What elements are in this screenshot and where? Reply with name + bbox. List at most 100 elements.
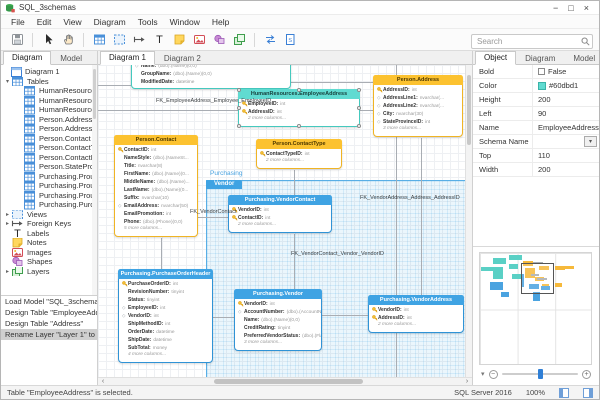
- close-button[interactable]: ×: [584, 2, 589, 14]
- tab-diagram-2[interactable]: Diagram 2: [155, 52, 210, 65]
- menu-view[interactable]: View: [57, 16, 87, 28]
- tree-item-purchasing-proudctven[interactable]: Purchasing.ProudctVen...: [1, 191, 97, 201]
- minimize-button[interactable]: −: [553, 2, 558, 14]
- tree-item-labels[interactable]: TLabels: [1, 229, 97, 239]
- tab-diagram[interactable]: Diagram: [516, 52, 564, 65]
- menu-file[interactable]: File: [5, 16, 31, 28]
- tree-item-layers[interactable]: ▸Layers: [1, 267, 97, 277]
- fk-label-fk-vendorcontact-vendor-vendorid[interactable]: FK_VendorContact_Vendor_VendorID: [291, 251, 384, 257]
- canvas-horizontal-scrollbar[interactable]: ‹ ›: [98, 377, 472, 385]
- history-item[interactable]: Design Table "Address": [1, 318, 97, 329]
- person-contact-type-table[interactable]: Person.ContactTypeContactTypeID:int2 mor…: [256, 139, 342, 169]
- selection-handle[interactable]: [297, 88, 301, 92]
- table-header[interactable]: Purchasing.VendorContact: [228, 195, 332, 205]
- image-button[interactable]: [189, 31, 209, 49]
- tree-item-person-contact[interactable]: Person.Contact: [1, 134, 97, 144]
- department-table[interactable]: ◇Name:(dbo).(Name)(0,0)GroupName:(dbo).(…: [131, 65, 291, 89]
- table-header[interactable]: Person.ContactType: [256, 139, 342, 149]
- property-value[interactable]: 200: [533, 163, 599, 176]
- tree-scrollbar-thumb[interactable]: [93, 69, 96, 119]
- tree-item-person-contacttype[interactable]: Person.ContactType: [1, 143, 97, 153]
- tree-item-humanresources-emplo[interactable]: HumanResources.Emplo...: [1, 96, 97, 106]
- tree-item-purchasing-purchasing[interactable]: Purchasing.Purchasing...: [1, 200, 97, 210]
- history-item[interactable]: Load Model "SQL_3schemas": [1, 296, 97, 307]
- tab-model[interactable]: Model: [564, 52, 600, 65]
- hscroll-track[interactable]: [108, 378, 462, 385]
- fk-label-fk-vendorcontact[interactable]: FK_VendorContact: [190, 209, 236, 215]
- selection-handle[interactable]: [297, 124, 301, 128]
- checkbox-icon[interactable]: [538, 68, 545, 75]
- tree-item-shapes[interactable]: Shapes: [1, 257, 97, 267]
- purchasing-vendor-table[interactable]: Purchasing.VendorVendorID:int◇AccountNum…: [234, 289, 322, 351]
- tree-item-foreign-keys[interactable]: ▸Foreign Keys: [1, 219, 97, 229]
- view-button[interactable]: [109, 31, 129, 49]
- human-resources-employee-address-table[interactable]: HumanResources.EmployeeAddressEmployeeID…: [238, 89, 360, 127]
- zoom-slider-thumb[interactable]: [538, 369, 543, 379]
- purchasing-vendor-address-table[interactable]: Purchasing.VendorAddressVendorID:intAddr…: [368, 295, 464, 333]
- tab-model[interactable]: Model: [51, 52, 91, 65]
- purchasing-vendor-contact-table[interactable]: Purchasing.VendorContactVendorID:intCont…: [228, 195, 332, 233]
- zoom-in-button[interactable]: +: [582, 370, 591, 379]
- fk-label-fk-vendoraddress-address-addressid[interactable]: FK_VendorAddress_Address_AddressID: [360, 195, 460, 201]
- minimap[interactable]: [479, 252, 592, 365]
- property-value[interactable]: ▾: [533, 135, 599, 148]
- tree-item-purchasing-proudctven[interactable]: Purchasing.ProudctVen...: [1, 181, 97, 191]
- table-button[interactable]: [89, 31, 109, 49]
- tree-item-diagram-1[interactable]: Diagram 1: [1, 67, 97, 77]
- tree-item-humanresources-emplo[interactable]: HumanResources.Emplo...: [1, 105, 97, 115]
- property-value[interactable]: 90: [533, 107, 599, 120]
- tree-item-tables[interactable]: ▾Tables: [1, 77, 97, 87]
- person-address-table[interactable]: Person.AddressAddressID:int◇AddressLine1…: [373, 75, 463, 137]
- menu-help[interactable]: Help: [206, 16, 235, 28]
- toggle-right-panel-icon[interactable]: [583, 388, 593, 398]
- tree-item-humanresources-depar[interactable]: HumanResources.Depar...: [1, 86, 97, 96]
- property-value[interactable]: 200: [533, 93, 599, 106]
- label-button[interactable]: T: [149, 31, 169, 49]
- property-value[interactable]: False: [533, 65, 599, 78]
- table-header[interactable]: Purchasing.Vendor: [234, 289, 322, 299]
- tree-item-person-addresstype[interactable]: Person.AddressType: [1, 124, 97, 134]
- person-contact-table[interactable]: Person.ContactContactID:intNameStyle:(db…: [114, 135, 198, 237]
- chevron-right-icon[interactable]: ▸: [4, 220, 11, 227]
- chevron-down-icon[interactable]: ▾: [481, 370, 485, 378]
- table-header[interactable]: Purchasing.PurchaseOrderHeader: [118, 269, 213, 279]
- zoom-out-button[interactable]: −: [489, 370, 498, 379]
- property-value[interactable]: 110: [533, 149, 599, 162]
- tree-item-person-stateprovince[interactable]: Person.StateProvince: [1, 162, 97, 172]
- maximize-button[interactable]: □: [568, 2, 573, 14]
- selection-handle[interactable]: [357, 106, 361, 110]
- hscroll-thumb[interactable]: [214, 379, 363, 384]
- table-header[interactable]: Person.Address: [373, 75, 463, 85]
- tab-diagram-1[interactable]: Diagram 1: [100, 51, 155, 65]
- purchasing-purchase-order-header-table[interactable]: Purchasing.PurchaseOrderHeaderPurchaseOr…: [118, 269, 213, 363]
- menu-tools[interactable]: Tools: [132, 16, 164, 28]
- minimap-viewport[interactable]: [521, 263, 554, 294]
- hand-button[interactable]: [58, 31, 78, 49]
- scroll-right-arrow[interactable]: ›: [462, 378, 472, 385]
- table-header[interactable]: Purchasing.VendorAddress: [368, 295, 464, 305]
- chevron-right-icon[interactable]: ▸: [4, 211, 11, 218]
- tab-object[interactable]: Object: [475, 51, 516, 65]
- history-item[interactable]: Rename Layer "Layer 1" to "Vendor": [1, 329, 97, 340]
- selection-handle[interactable]: [237, 88, 241, 92]
- tree-item-images[interactable]: Images: [1, 248, 97, 258]
- tree-item-person-address[interactable]: Person.Address: [1, 115, 97, 125]
- table-header[interactable]: Person.Contact: [114, 135, 198, 145]
- fk-button[interactable]: [129, 31, 149, 49]
- chevron-down-icon[interactable]: ▾: [4, 78, 11, 85]
- diagram-canvas[interactable]: PurchasingVendor◇Name:(dbo).(Name)(0,0)G…: [98, 65, 465, 377]
- convert-button[interactable]: [260, 31, 280, 49]
- tab-diagram[interactable]: Diagram: [3, 51, 51, 65]
- layer-button[interactable]: [229, 31, 249, 49]
- tree-item-notes[interactable]: Notes: [1, 238, 97, 248]
- save-button[interactable]: [7, 31, 27, 49]
- chevron-right-icon[interactable]: ▸: [4, 268, 11, 275]
- pointer-button[interactable]: [38, 31, 58, 49]
- export-button[interactable]: S: [280, 31, 300, 49]
- tree-scrollbar[interactable]: [92, 65, 97, 295]
- tree-item-purchasing-proudctven[interactable]: Purchasing.ProudctVen...: [1, 172, 97, 182]
- menu-edit[interactable]: Edit: [31, 16, 58, 28]
- canvas-vscroll-thumb[interactable]: [467, 75, 471, 145]
- selection-handle[interactable]: [357, 88, 361, 92]
- tree-item-person-contactregion[interactable]: Person.ContactRegion: [1, 153, 97, 163]
